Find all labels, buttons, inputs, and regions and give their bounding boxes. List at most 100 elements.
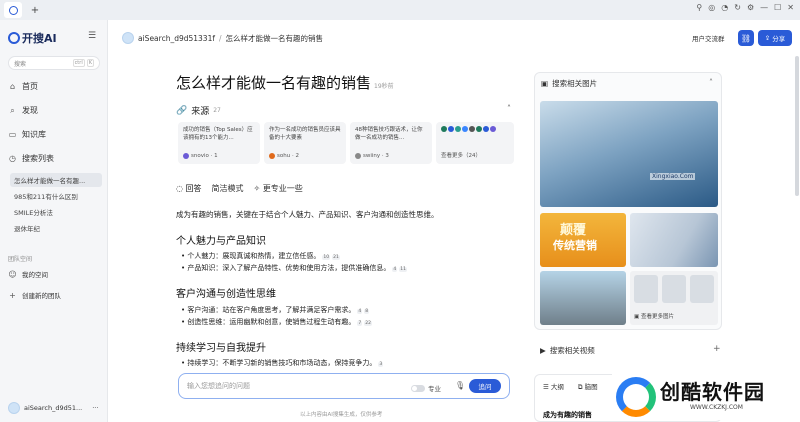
avatar: [8, 402, 20, 414]
tab-answer[interactable]: ◌ 回答: [176, 183, 202, 194]
chevron-up-icon[interactable]: ˄: [709, 78, 713, 87]
copy-link-button[interactable]: ⛓: [738, 30, 754, 46]
citation-ref[interactable]: 8: [364, 309, 370, 314]
source-icon: [183, 153, 189, 159]
settings-icon[interactable]: ⚙: [747, 3, 754, 12]
maximize-icon[interactable]: ☐: [774, 3, 781, 12]
app-logo[interactable]: 开搜AI: [8, 30, 57, 46]
nav-search-list[interactable]: ◷ 搜索列表: [8, 153, 54, 164]
refresh-icon[interactable]: ↻: [734, 3, 741, 12]
history-item[interactable]: 985和211有什么区别: [10, 189, 102, 203]
related-image[interactable]: [540, 271, 626, 325]
nav-knowledge[interactable]: ▭ 知识库: [8, 129, 46, 140]
citation-ref[interactable]: 21: [332, 255, 340, 260]
community-link[interactable]: 用户交流群: [692, 33, 725, 43]
related-videos-header[interactable]: ▶ 搜索相关视频: [534, 341, 722, 359]
tab-mindmap[interactable]: ⧉ 脑图: [578, 381, 598, 392]
shortcut-k: K: [86, 59, 94, 67]
source-name: swiiny · 3: [363, 153, 389, 159]
avatar: [122, 32, 134, 44]
scrollbar[interactable]: [795, 56, 799, 196]
citation-ref[interactable]: 7: [357, 321, 363, 326]
search-input[interactable]: 搜索 ctrl K: [8, 56, 100, 70]
citation-ref[interactable]: 10: [322, 255, 331, 260]
timestamp: 19秒前: [374, 83, 394, 90]
sparkle-icon: ✧: [253, 184, 261, 193]
source-card[interactable]: 作为一名成功的销售员应该具备的十大要素 sohu · 2: [264, 122, 346, 164]
collapse-sidebar-icon[interactable]: ☰: [88, 31, 96, 41]
history-item[interactable]: 退休年纪: [10, 221, 102, 235]
new-tab-button[interactable]: +: [26, 2, 44, 18]
related-image[interactable]: 颠覆 传统营销: [540, 213, 626, 267]
related-images-panel: ▣ 搜索相关图片 ˄ Xingxiao.Com 颠覆 传统营销 ▣ 查看更多图片: [534, 72, 722, 330]
source-icon: [355, 153, 361, 159]
history-item[interactable]: 怎么样才能做一名有趣...: [10, 173, 102, 187]
more-images-tile[interactable]: ▣ 查看更多图片: [630, 271, 718, 325]
app-tab-icon[interactable]: [4, 2, 22, 18]
pro-toggle[interactable]: 专业: [411, 383, 441, 393]
user-icon: ☺: [8, 269, 17, 279]
citation-ref[interactable]: 11: [399, 267, 407, 272]
source-card[interactable]: 成功的销售（Top Sales）应该拥有的13个能力... snovio · 1: [178, 122, 260, 164]
videos-title: 搜索相关视频: [549, 346, 595, 355]
nav-home[interactable]: ⌂ 首页: [8, 81, 38, 92]
bullet-item: • 产品知识：深入了解产品特性、优势和使用方法，提供准确信息。 4 11: [181, 264, 407, 272]
compass-icon[interactable]: ◎: [708, 3, 715, 12]
followup-button[interactable]: 追问: [469, 379, 501, 393]
browser-tab-bar: + ⚲ ◎ ◔ ↻ ⚙ — ☐ ✕: [0, 0, 800, 20]
tab-concise[interactable]: 简洁模式: [212, 183, 244, 194]
followup-placeholder: 输入您想追问的问题: [187, 382, 250, 390]
user-name: aiSearch_d9d51...: [24, 404, 83, 412]
citation-ref[interactable]: 4: [392, 267, 398, 272]
source-card-meta: swiiny · 3: [355, 152, 389, 160]
tab-outline[interactable]: ☰ 大纲: [543, 381, 564, 392]
videos-header: ▶ 搜索相关视频: [540, 345, 595, 356]
bullet-text: 客户沟通：站在客户角度思考，了解并满足客户需求。: [187, 306, 356, 314]
share-button[interactable]: ⇪ 分享: [758, 30, 792, 46]
source-card[interactable]: 48种销售技巧跟话术，让你做一名成功的销售... swiiny · 3: [350, 122, 432, 164]
citation-ref[interactable]: 4: [357, 309, 363, 314]
user-profile[interactable]: aiSearch_d9d51... ···: [8, 402, 98, 414]
favicon-icon: [469, 126, 475, 132]
title-text: 怎么样才能做一名有趣的销售: [176, 74, 372, 92]
image-watermark: Xingxiao.Com: [650, 173, 696, 180]
history-icon: ◷: [9, 154, 16, 163]
favicon-icon: [476, 126, 482, 132]
create-team-button[interactable]: + 创建新的团队: [8, 290, 61, 301]
tab-professional-label: 更专业一些: [262, 184, 303, 193]
bulb-icon: ◌: [176, 184, 183, 193]
image-icon: ▣: [541, 79, 549, 88]
link-icon: 🔗: [176, 105, 188, 116]
microphone-icon[interactable]: 🎙: [455, 381, 465, 390]
images-title: 搜索相关图片: [552, 79, 598, 88]
history-icon[interactable]: ◔: [721, 3, 728, 12]
nav-discover[interactable]: ⌕ 发现: [8, 105, 38, 116]
more-sources-card[interactable]: 查看更多（24）: [436, 122, 514, 164]
more-images-label: ▣ 查看更多图片: [634, 314, 674, 320]
chevron-up-icon[interactable]: ˄: [507, 104, 511, 113]
nav-knowledge-label: 知识库: [22, 130, 46, 139]
close-icon[interactable]: ✕: [787, 3, 794, 12]
brand-name: 创酷软件园: [660, 380, 765, 404]
home-icon: ⌂: [9, 82, 16, 91]
sources-header[interactable]: 🔗 来源 27: [176, 104, 221, 118]
source-card-meta: sohu · 2: [269, 152, 299, 160]
favicon-icon: [455, 126, 461, 132]
citation-ref[interactable]: 3: [378, 362, 384, 367]
brand-logo-icon: [616, 377, 656, 417]
breadcrumb-user[interactable]: aiSearch_d9d51331f: [138, 34, 215, 43]
my-space-item[interactable]: ☺ 我的空间: [8, 269, 48, 280]
more-icon[interactable]: ···: [92, 404, 98, 412]
minimize-icon[interactable]: —: [760, 3, 768, 12]
pin-icon[interactable]: ⚲: [696, 3, 702, 12]
plus-icon[interactable]: +: [713, 344, 721, 354]
followup-input[interactable]: 输入您想追问的问题 专业 🎙 追问: [178, 373, 510, 399]
related-image[interactable]: [630, 213, 718, 267]
citation-ref[interactable]: 22: [364, 321, 372, 326]
share-icon: ⇪: [764, 34, 771, 42]
related-image[interactable]: Xingxiao.Com: [540, 101, 718, 207]
tab-professional[interactable]: ✧ 更专业一些: [254, 183, 303, 194]
images-header: ▣ 搜索相关图片: [541, 78, 597, 89]
answer-tabs: ◌ 回答 简洁模式 ✧ 更专业一些: [176, 183, 303, 194]
history-item[interactable]: SMILE分析法: [10, 205, 102, 219]
